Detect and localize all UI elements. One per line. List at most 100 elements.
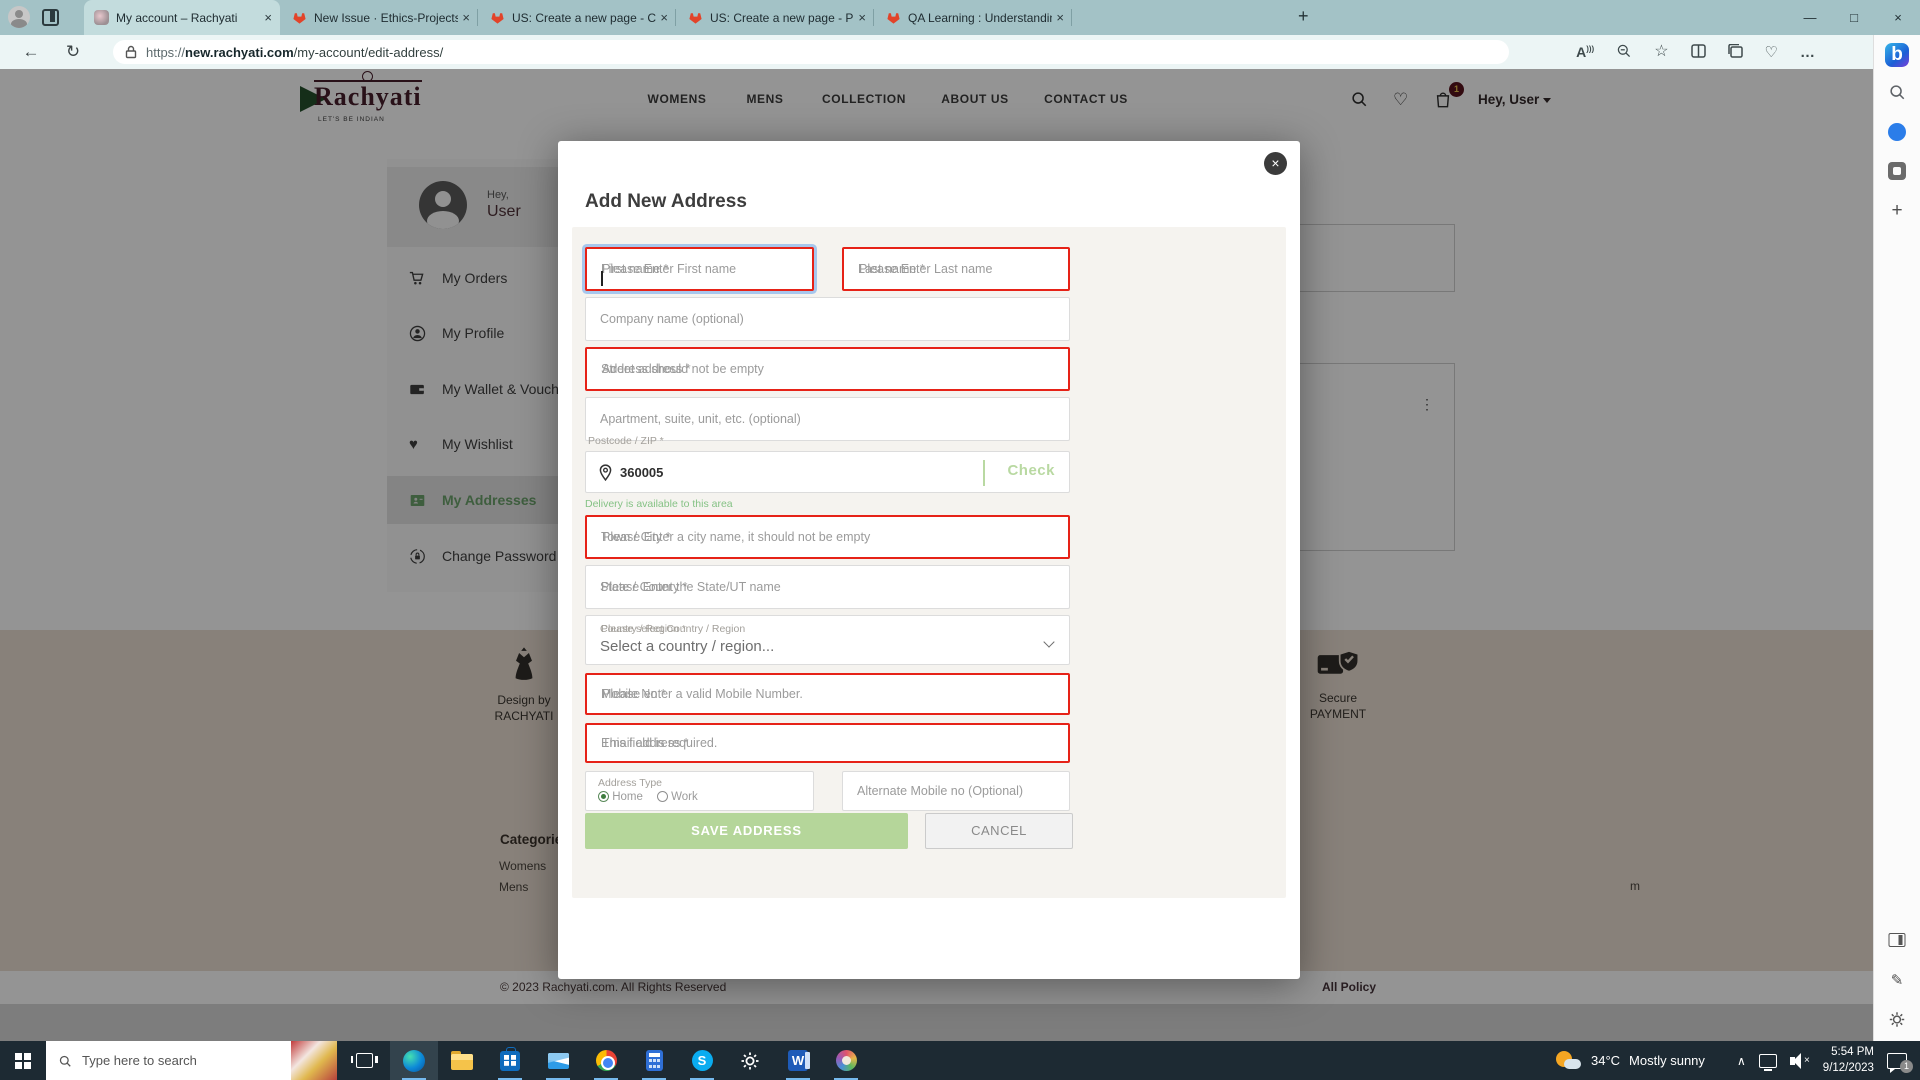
radio-unselected-icon	[657, 791, 668, 802]
bing-chat-icon[interactable]: b	[1885, 43, 1909, 67]
country-selected-value: Select a country / region...	[600, 638, 774, 655]
field-error: Please Enter a city name, it should not …	[602, 530, 870, 544]
notification-icon[interactable]: 1	[1887, 1053, 1907, 1069]
save-address-button[interactable]: SAVE ADDRESS	[585, 813, 908, 849]
field-error: Address should not be empty	[602, 362, 764, 376]
taskbar-mail-icon[interactable]	[534, 1041, 582, 1080]
taskbar-search-box[interactable]: Type here to search	[46, 1041, 337, 1080]
weather-desc: Mostly sunny	[1629, 1053, 1705, 1068]
mobile-field[interactable]: Mobile No * Please enter a valid Mobile …	[585, 673, 1070, 715]
gitlab-favicon	[886, 10, 901, 25]
field-placeholder: Company name (optional)	[600, 312, 744, 326]
tab-title: New Issue · Ethics-Projects / Ethi	[314, 11, 458, 25]
browser-profile-icon[interactable]	[8, 6, 30, 28]
city-field[interactable]: Town / City * Please Enter a city name, …	[585, 515, 1070, 559]
tray-chevron-icon[interactable]: ∧	[1737, 1054, 1746, 1068]
add-address-modal: × Add New Address First name * Please En…	[558, 141, 1300, 979]
taskbar-file-explorer-icon[interactable]	[438, 1041, 486, 1080]
taskbar-weather[interactable]: 34°C Mostly sunny	[1556, 1041, 1705, 1080]
country-select[interactable]: Country / Region * Please select Country…	[585, 615, 1070, 665]
taskbar-skype-icon[interactable]: S	[678, 1041, 726, 1080]
rail-compose-icon[interactable]: ✎	[1891, 971, 1904, 989]
tab-qa-learning[interactable]: QA Learning : Understanding an ×	[876, 0, 1072, 35]
collections-icon[interactable]	[1728, 44, 1743, 60]
start-button[interactable]	[0, 1041, 46, 1080]
radio-home[interactable]: Home	[598, 791, 643, 803]
address-type-box: Address Type Home Work	[585, 771, 814, 811]
field-error: Please Enter First name	[602, 262, 736, 276]
radio-work[interactable]: Work	[657, 791, 698, 803]
taskbar-paint-icon[interactable]	[822, 1041, 870, 1080]
check-button[interactable]: Check	[1007, 462, 1055, 479]
tab-close-icon[interactable]: ×	[660, 10, 668, 25]
email-field[interactable]: Email address * This field is required.	[585, 723, 1070, 763]
field-placeholder: Apartment, suite, unit, etc. (optional)	[600, 412, 801, 426]
taskbar-word-icon[interactable]: W	[774, 1041, 822, 1080]
tab-actions-icon[interactable]	[42, 9, 59, 26]
taskbar-edge-icon[interactable]	[390, 1041, 438, 1080]
tab-close-icon[interactable]: ×	[462, 10, 470, 25]
rail-app-icon[interactable]	[1888, 123, 1906, 141]
rail-settings-gear-icon[interactable]	[1889, 1011, 1906, 1033]
windows-taskbar: Type here to search S W 34°C Mostly sunn…	[0, 1041, 1920, 1080]
taskbar-store-icon[interactable]	[486, 1041, 534, 1080]
alternate-mobile-field[interactable]: Alternate Mobile no (Optional)	[842, 771, 1070, 811]
rail-panel-icon[interactable]	[1889, 933, 1906, 947]
screen: My account – Rachyati × New Issue · Ethi…	[0, 0, 1920, 1080]
window-maximize-button[interactable]: □	[1832, 0, 1876, 35]
field-error: Please enter a valid Mobile Number.	[602, 687, 803, 701]
settings-more-icon[interactable]: …	[1800, 45, 1815, 60]
company-field[interactable]: Company name (optional)	[585, 297, 1070, 341]
volume-muted-icon[interactable]: ×	[1790, 1053, 1810, 1069]
zoom-out-icon[interactable]	[1616, 43, 1632, 61]
window-minimize-button[interactable]: —	[1788, 0, 1832, 35]
refresh-button[interactable]: ↻	[58, 35, 88, 69]
address-bar[interactable]: https://new.rachyati.com/my-account/edit…	[113, 40, 1509, 64]
tab-close-icon[interactable]: ×	[858, 10, 866, 25]
modal-title: Add New Address	[585, 191, 747, 213]
search-highlight-image[interactable]	[291, 1041, 337, 1080]
last-name-field[interactable]: Last name * Please Enter Last name	[842, 247, 1070, 291]
tab-close-icon[interactable]: ×	[264, 10, 272, 25]
first-name-field[interactable]: First name * Please Enter First name	[585, 247, 814, 291]
gitlab-favicon	[688, 10, 703, 25]
cancel-button[interactable]: CANCEL	[925, 813, 1073, 849]
tab-checkout[interactable]: US: Create a new page - Checkou ×	[480, 0, 676, 35]
office-icon[interactable]	[1888, 162, 1906, 180]
new-tab-button[interactable]: +	[1298, 6, 1309, 27]
tab-product[interactable]: US: Create a new page - Product ×	[678, 0, 874, 35]
taskbar-chrome-icon[interactable]	[582, 1041, 630, 1080]
state-field[interactable]: State / County * Please Enter the State/…	[585, 565, 1070, 609]
rail-search-icon[interactable]	[1888, 83, 1906, 106]
read-aloud-icon[interactable]: A)))	[1576, 45, 1594, 59]
tab-new-issue[interactable]: New Issue · Ethics-Projects / Ethi ×	[282, 0, 478, 35]
tab-my-account[interactable]: My account – Rachyati ×	[84, 0, 280, 35]
network-icon[interactable]	[1759, 1054, 1777, 1068]
rail-add-icon[interactable]: +	[1891, 200, 1902, 222]
field-placeholder: Alternate Mobile no (Optional)	[857, 784, 1023, 798]
gitlab-favicon	[292, 10, 307, 25]
modal-close-button[interactable]: ×	[1264, 152, 1287, 175]
check-divider	[983, 460, 985, 486]
postcode-value: 360005	[620, 465, 663, 480]
edge-sidebar-rail: b + ✎	[1873, 35, 1920, 1041]
back-button[interactable]: ←	[16, 35, 46, 69]
field-error: Please Enter the State/UT name	[601, 580, 781, 594]
window-close-button[interactable]: ×	[1876, 0, 1920, 35]
tab-title: US: Create a new page - Checkou	[512, 11, 656, 25]
tab-close-icon[interactable]: ×	[1056, 10, 1064, 25]
favorites-star-icon[interactable]: ☆	[1654, 44, 1668, 60]
taskbar-clock[interactable]: 5:54 PM9/12/2023	[1823, 1045, 1874, 1076]
taskbar-settings-gear-icon[interactable]	[726, 1041, 774, 1080]
weather-icon	[1556, 1051, 1582, 1071]
task-view-icon[interactable]	[340, 1041, 388, 1080]
radio-selected-icon	[598, 791, 609, 802]
search-placeholder: Type here to search	[82, 1053, 291, 1068]
postcode-label: Postcode / ZIP *	[588, 435, 664, 447]
postcode-field[interactable]: 360005 Check	[585, 451, 1070, 493]
street-address-field[interactable]: Street address * Address should not be e…	[585, 347, 1070, 391]
taskbar-calculator-icon[interactable]	[630, 1041, 678, 1080]
browser-titlebar: My account – Rachyati × New Issue · Ethi…	[0, 0, 1920, 35]
split-screen-icon[interactable]	[1691, 44, 1706, 60]
browser-essentials-icon[interactable]: ♡	[1765, 45, 1778, 60]
